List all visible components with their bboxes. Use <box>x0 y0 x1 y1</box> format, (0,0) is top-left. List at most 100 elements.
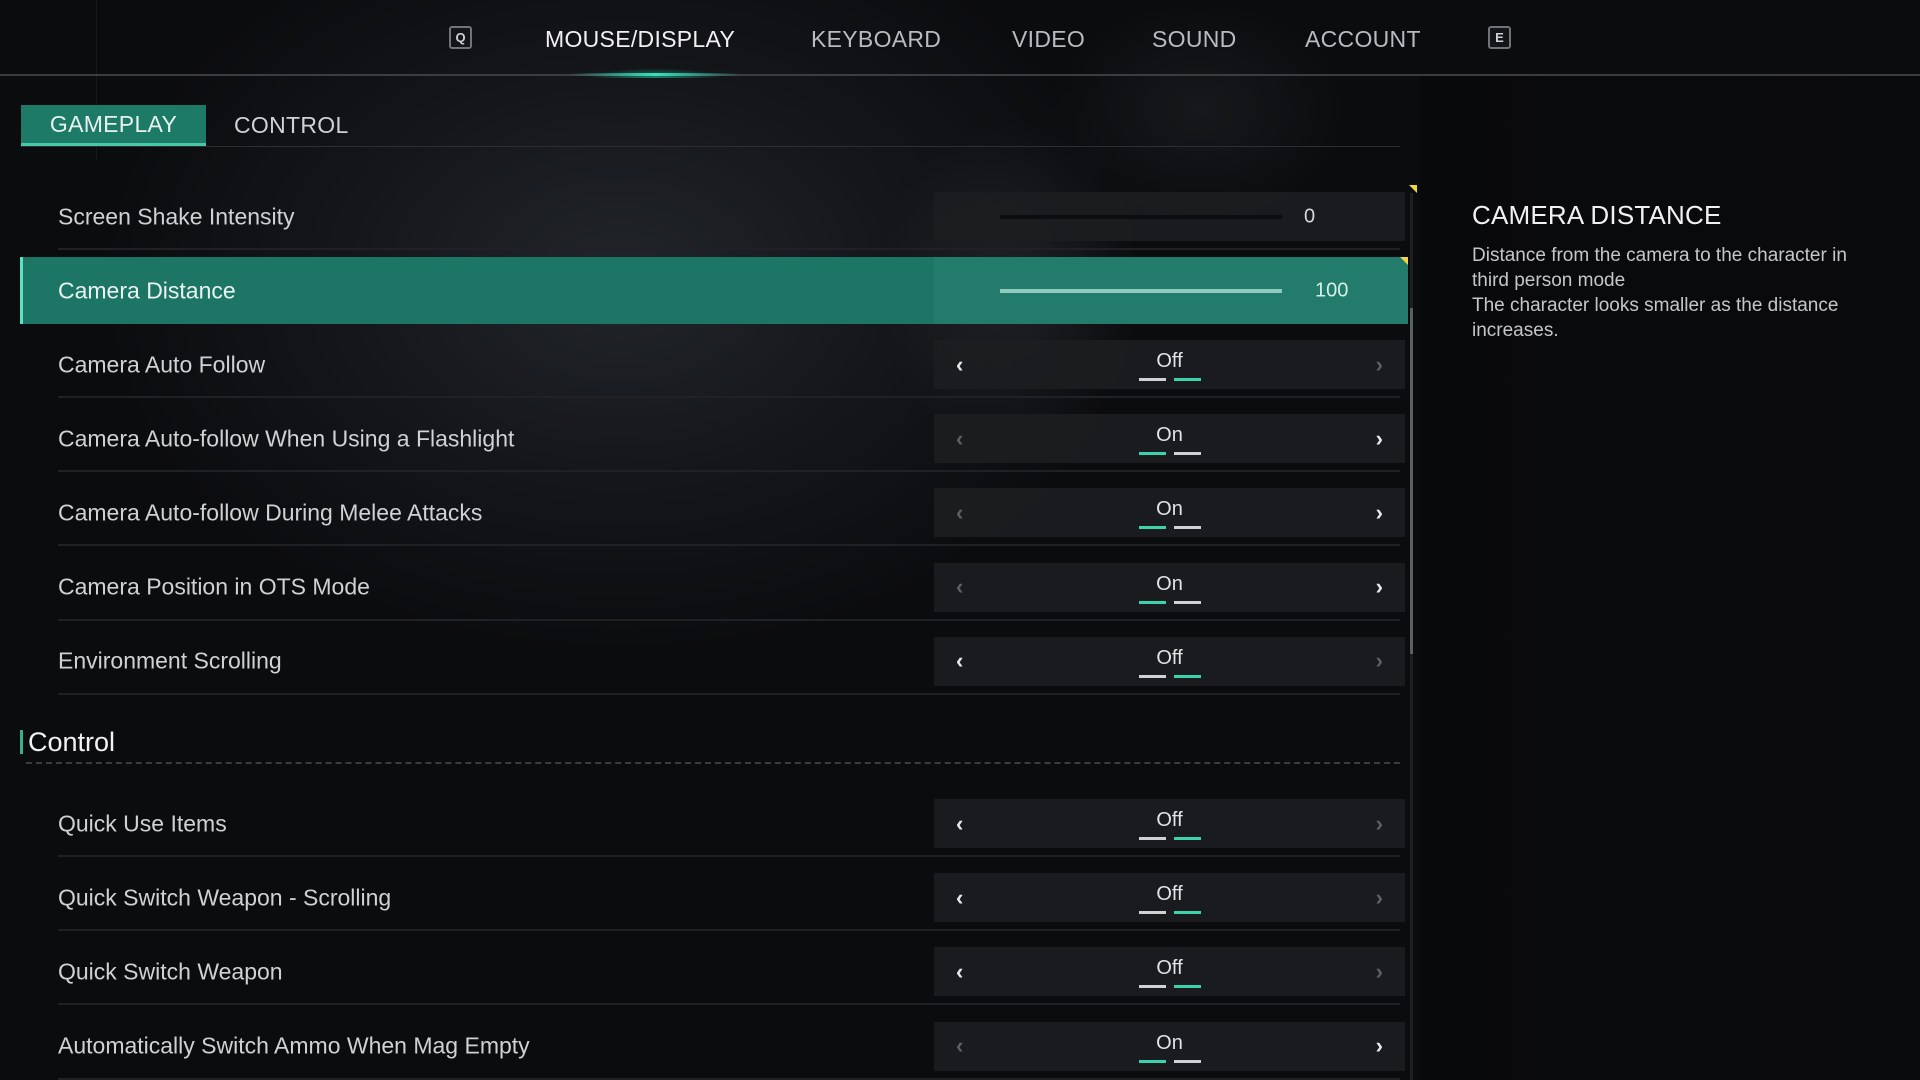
indicator-bar-on <box>1138 526 1166 530</box>
setting-label: Environment Scrolling <box>58 647 282 674</box>
description-line: Distance from the camera to the characte… <box>1472 245 1847 266</box>
option-selector[interactable]: ‹ On › <box>934 1021 1405 1071</box>
indicator-bar-on <box>1138 452 1166 456</box>
tab-mouse-display[interactable]: MOUSE/DISPLAY <box>545 26 735 53</box>
top-nav-divider <box>0 74 1920 76</box>
setting-row-quick-switch-weapon[interactable]: Quick Switch Weapon ‹ Off › <box>20 938 1405 1006</box>
row-divider <box>58 855 1400 857</box>
tab-video[interactable]: VIDEO <box>1012 26 1085 53</box>
option-indicator <box>1138 1059 1201 1063</box>
indicator-bar-on <box>1138 674 1166 678</box>
option-value: On <box>1156 498 1183 521</box>
setting-row-camera-distance[interactable]: Camera Distance 100 <box>20 257 1408 324</box>
indicator-bar-on <box>1138 600 1166 604</box>
setting-label: Screen Shake Intensity <box>58 203 295 229</box>
description-line: The character looks smaller as the dista… <box>1472 295 1839 316</box>
chevron-right-icon[interactable]: › <box>1376 1033 1383 1059</box>
option-value: Off <box>1156 350 1183 372</box>
subtab-gameplay[interactable]: GAMEPLAY <box>21 105 206 146</box>
setting-row-camera-auto-follow[interactable]: Camera Auto Follow ‹ Off › <box>20 331 1405 398</box>
setting-row-camera-position-in-ots-mode[interactable]: Camera Position in OTS Mode ‹ On › <box>20 554 1405 621</box>
prev-tab-key-q[interactable]: Q <box>449 26 472 49</box>
subtab-label: GAMEPLAY <box>49 110 178 137</box>
chevron-right-icon[interactable]: › <box>1376 811 1383 837</box>
slider-track[interactable] <box>1000 288 1282 293</box>
description-panel: CAMERA DISTANCE Distance from the camera… <box>1472 200 1902 343</box>
setting-row-camera-auto-follow-during-melee-attacks[interactable]: Camera Auto-follow During Melee Attacks ‹… <box>20 479 1405 547</box>
option-indicator <box>1138 452 1201 456</box>
slider-value: 100 <box>1315 279 1349 301</box>
setting-label: Camera Auto-follow During Melee Attacks <box>58 499 483 526</box>
chevron-right-icon[interactable]: › <box>1376 885 1383 911</box>
chevron-right-icon[interactable]: › <box>1376 352 1383 378</box>
option-selector[interactable]: ‹ On › <box>934 488 1405 538</box>
option-selector[interactable]: ‹ Off › <box>934 340 1405 389</box>
setting-label: Automatically Switch Ammo When Mag Empty <box>58 1032 530 1059</box>
option-value: Off <box>1156 646 1183 669</box>
section-title: Control <box>28 726 116 757</box>
tab-keyboard[interactable]: KEYBOARD <box>811 26 941 53</box>
slider-fill <box>1000 288 1282 293</box>
chevron-right-icon[interactable]: › <box>1376 648 1383 674</box>
indicator-bar-off <box>1173 526 1201 530</box>
option-value: Off <box>1156 883 1183 906</box>
chevron-right-icon[interactable]: › <box>1376 500 1383 526</box>
row-divider <box>58 692 1400 695</box>
slider-value: 0 <box>1304 205 1316 227</box>
indicator-bar-off <box>1173 1059 1201 1063</box>
tab-sound[interactable]: SOUND <box>1152 26 1237 53</box>
row-divider <box>58 248 1400 250</box>
setting-row-screen-shake-intensity[interactable]: Screen Shake Intensity 0 <box>20 183 1417 250</box>
setting-label: Camera Distance <box>58 277 236 303</box>
option-value: Off <box>1156 809 1183 831</box>
option-indicator <box>1138 378 1201 381</box>
indicator-bar-off <box>1173 600 1201 604</box>
option-value: On <box>1156 572 1183 595</box>
slider-control[interactable]: 0 <box>934 185 1417 241</box>
setting-row-automatically-switch-ammo-when-mag-empty[interactable]: Automatically Switch Ammo When Mag Empty… <box>20 1013 1405 1080</box>
setting-row-camera-auto-follow-when-using-a-flashlight[interactable]: Camera Auto-follow When Using a Flashlig… <box>20 405 1405 473</box>
indicator-bar-on <box>1138 837 1166 840</box>
indicator-bar-on <box>1138 1059 1166 1063</box>
subtab-control[interactable]: CONTROL <box>234 105 349 146</box>
top-navigation: Q MOUSE/DISPLAY KEYBOARD VIDEO SOUND ACC… <box>0 0 1920 78</box>
chevron-right-icon[interactable]: › <box>1376 959 1383 985</box>
description-line: increases. <box>1472 320 1559 341</box>
setting-label: Camera Auto-follow When Using a Flashlig… <box>58 425 515 452</box>
option-selector[interactable]: ‹ Off › <box>934 636 1405 686</box>
option-indicator <box>1138 674 1201 678</box>
settings-scrollbar[interactable] <box>1410 193 1413 1080</box>
slider-control[interactable]: 100 <box>934 257 1408 324</box>
setting-label: Quick Switch Weapon <box>58 958 283 985</box>
indicator-bar-on <box>1138 985 1166 989</box>
slider-track[interactable] <box>1000 214 1282 219</box>
indicator-bar-off <box>1173 837 1201 840</box>
row-divider <box>58 618 1400 621</box>
setting-label: Camera Auto Follow <box>58 351 266 377</box>
option-selector[interactable]: ‹ Off › <box>934 873 1405 923</box>
option-selector[interactable]: ‹ On › <box>934 414 1405 464</box>
row-divider <box>58 544 1400 547</box>
active-tab-underline <box>570 73 740 76</box>
indicator-bar-off <box>1173 985 1201 989</box>
chevron-right-icon[interactable]: › <box>1376 426 1383 452</box>
option-selector[interactable]: ‹ On › <box>934 562 1405 612</box>
indicator-bar-off <box>1173 452 1201 456</box>
next-tab-key-e[interactable]: E <box>1488 26 1511 49</box>
chevron-right-icon[interactable]: › <box>1376 574 1383 600</box>
row-divider <box>58 1077 1400 1080</box>
indicator-bar-off <box>1173 378 1201 381</box>
row-divider <box>58 396 1400 398</box>
tab-account[interactable]: ACCOUNT <box>1305 26 1421 53</box>
section-accent-bar <box>20 730 23 754</box>
setting-row-quick-switch-weapon-scrolling[interactable]: Quick Switch Weapon - Scrolling ‹ Off › <box>20 864 1405 932</box>
option-selector[interactable]: ‹ Off › <box>934 799 1405 848</box>
description-title: CAMERA DISTANCE <box>1472 200 1722 230</box>
subtab-label: CONTROL <box>234 112 349 138</box>
setting-row-quick-use-items[interactable]: Quick Use Items ‹ Off › <box>20 790 1405 857</box>
option-value: On <box>1156 424 1183 447</box>
option-selector[interactable]: ‹ Off › <box>934 947 1405 997</box>
setting-row-environment-scrolling[interactable]: Environment Scrolling ‹ Off › <box>20 628 1405 695</box>
option-indicator <box>1138 526 1201 530</box>
scrollbar-thumb[interactable] <box>1410 308 1413 655</box>
